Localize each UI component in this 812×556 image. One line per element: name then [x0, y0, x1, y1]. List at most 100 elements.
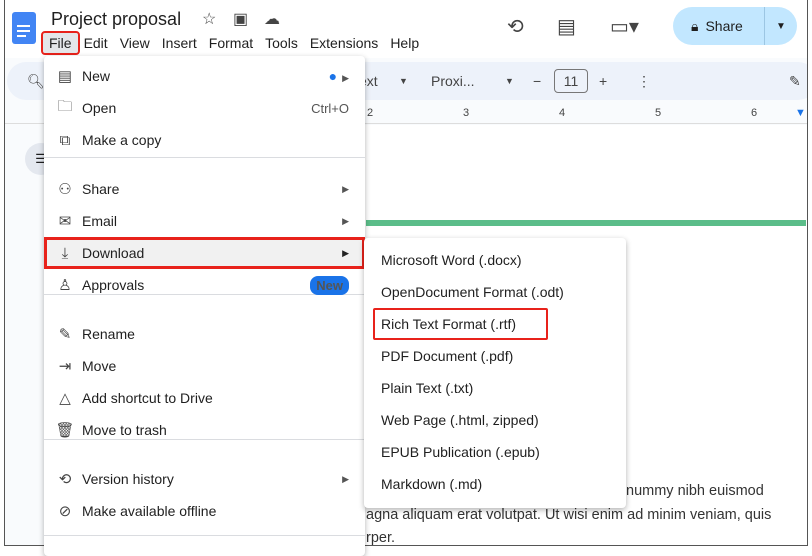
download-option[interactable]: Plain Text (.txt) — [364, 372, 626, 404]
move-icon: ⇥ — [58, 358, 72, 375]
font-size-input[interactable]: 11 — [554, 69, 588, 93]
ruler-tick: 4 — [559, 107, 566, 119]
menu-item-label: Download — [82, 245, 145, 261]
edit-mode-icon[interactable]: ✎ — [789, 73, 801, 90]
history-icon: ⟲ — [58, 471, 72, 488]
move-folder-icon[interactable]: ▣ — [233, 9, 248, 29]
copy-icon: ⧉ — [59, 131, 71, 149]
font-select[interactable]: Proxi... — [431, 73, 475, 89]
green-rule — [366, 220, 806, 226]
file-menu-item-download[interactable]: ⤓ Download ▶ — [44, 237, 365, 269]
increase-size-button[interactable]: + — [599, 73, 607, 89]
download-submenu: Microsoft Word (.docx) OpenDocument Forma… — [364, 238, 626, 508]
mail-icon: ✉ — [58, 213, 72, 230]
comments-icon[interactable]: ▤ — [557, 14, 576, 39]
file-menu-item-make-available-offline[interactable]: ⊘ Make available offline — [44, 495, 365, 527]
body-text: rper. — [366, 530, 396, 546]
rename-icon: ✎ — [58, 326, 72, 343]
download-option[interactable]: PDF Document (.pdf) — [364, 340, 626, 372]
share-dropdown-icon[interactable]: ▼ — [765, 21, 797, 32]
file-menu-item-make-a-copy[interactable]: ⧉ Make a copy — [44, 124, 365, 156]
submenu-arrow-icon: ▶ — [342, 473, 349, 484]
menu-insert[interactable]: Insert — [156, 33, 203, 53]
menu-item-label: Share — [82, 181, 120, 197]
chevron-down-icon[interactable]: ▼ — [399, 76, 408, 86]
download-icon: ⤓ — [61, 244, 69, 262]
menubar: File Edit View Insert Format Tools Exten… — [41, 31, 425, 55]
menu-item-label: Move — [82, 358, 117, 374]
menu-tools[interactable]: Tools — [259, 33, 304, 53]
download-option-label: PDF Document (.pdf) — [381, 348, 514, 364]
share-label: Share — [705, 18, 743, 34]
search-icon[interactable]: 🔍︎ — [27, 73, 45, 90]
rtf-highlight-box — [373, 308, 548, 340]
menu-view[interactable]: View — [114, 33, 156, 53]
file-menu-item-approvals[interactable]: ♙ Approvals New — [44, 269, 365, 301]
star-icon[interactable]: ☆ — [202, 9, 216, 29]
trash-icon: 🗑 — [55, 422, 75, 439]
ruler-tick: 2 — [367, 107, 374, 119]
download-option-label: Plain Text (.txt) — [381, 380, 474, 396]
download-option[interactable]: OpenDocument Format (.odt) — [364, 276, 626, 308]
indent-marker-icon[interactable]: ▼ — [795, 107, 806, 119]
download-option[interactable]: EPUB Publication (.epub) — [364, 436, 626, 468]
file-menu-item-rename[interactable]: ✎ Rename — [44, 318, 365, 350]
file-menu-item-share[interactable]: ⚇ Share ▶ — [44, 173, 365, 205]
submenu-arrow-icon: ● ▶ — [328, 68, 349, 84]
menu-item-label: Add shortcut to Drive — [82, 390, 213, 406]
download-option[interactable]: Markdown (.md) — [364, 468, 626, 500]
meet-icon[interactable]: ▭▾ — [610, 14, 639, 39]
menu-item-label: Move to trash — [82, 422, 167, 438]
body-text: nummy nibh euismod — [626, 483, 764, 499]
history-icon[interactable]: ⟲ — [507, 14, 524, 39]
more-icon[interactable]: ⋮ — [637, 73, 651, 90]
body-text: agna aliquam erat volutpat. Ut wisi enim… — [366, 507, 772, 523]
download-option-label: Markdown (.md) — [381, 476, 483, 492]
menu-edit[interactable]: Edit — [78, 33, 114, 53]
file-menu-item-add-shortcut-to-drive[interactable]: △ Add shortcut to Drive — [44, 382, 365, 414]
download-option-label: Web Page (.html, zipped) — [381, 412, 539, 428]
docs-logo-icon[interactable] — [12, 12, 36, 44]
menu-file[interactable]: File — [41, 31, 80, 55]
doc-icon: ▤ — [57, 68, 73, 85]
download-option[interactable]: Web Page (.html, zipped) — [364, 404, 626, 436]
file-menu-item-new[interactable]: ▤ New ● ▶ — [44, 60, 365, 92]
lock-icon: 🔒︎ — [691, 17, 699, 34]
approval-icon: ♙ — [58, 277, 72, 294]
menu-help[interactable]: Help — [384, 33, 425, 53]
chevron-down-icon[interactable]: ▼ — [505, 76, 514, 86]
ruler-tick: 6 — [751, 107, 758, 119]
menu-format[interactable]: Format — [203, 33, 259, 53]
file-menu: ▤ New ● ▶ 🗀 Open Ctrl+O ⧉ Make a copy ⚇ Share ▶ ✉ Em… — [44, 56, 365, 556]
menu-item-label: Version history — [82, 471, 174, 487]
menu-item-label: Email — [82, 213, 118, 229]
folder-icon: 🗀 — [57, 97, 73, 115]
menu-extensions[interactable]: Extensions — [304, 33, 384, 53]
file-menu-item-version-history[interactable]: ⟲ Version history ▶ — [44, 463, 365, 495]
person-add-icon: ⚇ — [58, 181, 72, 198]
offline-icon: ⊘ — [58, 503, 72, 520]
download-option-label: OpenDocument Format (.odt) — [381, 284, 564, 300]
download-option-label: Microsoft Word (.docx) — [381, 252, 522, 268]
file-menu-item-open[interactable]: 🗀 Open Ctrl+O — [44, 92, 365, 124]
download-option-label: EPUB Publication (.epub) — [381, 444, 540, 460]
drive-shortcut-icon: △ — [59, 390, 71, 407]
file-menu-item-move[interactable]: ⇥ Move — [44, 350, 365, 382]
cloud-saved-icon[interactable]: ☁ — [264, 9, 280, 29]
download-option[interactable]: Microsoft Word (.docx) — [364, 244, 626, 276]
submenu-arrow-icon: ▶ — [342, 183, 349, 194]
menu-item-label: Approvals — [82, 277, 145, 293]
menu-divider — [44, 535, 365, 536]
ruler-tick: 3 — [463, 107, 470, 119]
decrease-size-button[interactable]: − — [533, 73, 541, 89]
share-button[interactable]: 🔒︎ Share ▼ — [673, 7, 797, 45]
menu-item-label: Open — [82, 100, 117, 116]
file-menu-item-move-to-trash[interactable]: 🗑 Move to trash — [44, 414, 365, 446]
menu-item-label: Rename — [82, 326, 135, 342]
menu-item-label: Make a copy — [82, 132, 162, 148]
menu-divider — [44, 157, 365, 158]
new-badge: New — [310, 275, 349, 295]
file-menu-item-email[interactable]: ✉ Email ▶ — [44, 205, 365, 237]
doc-title[interactable]: Project proposal — [51, 9, 181, 30]
menu-item-label: Make available offline — [82, 503, 217, 519]
